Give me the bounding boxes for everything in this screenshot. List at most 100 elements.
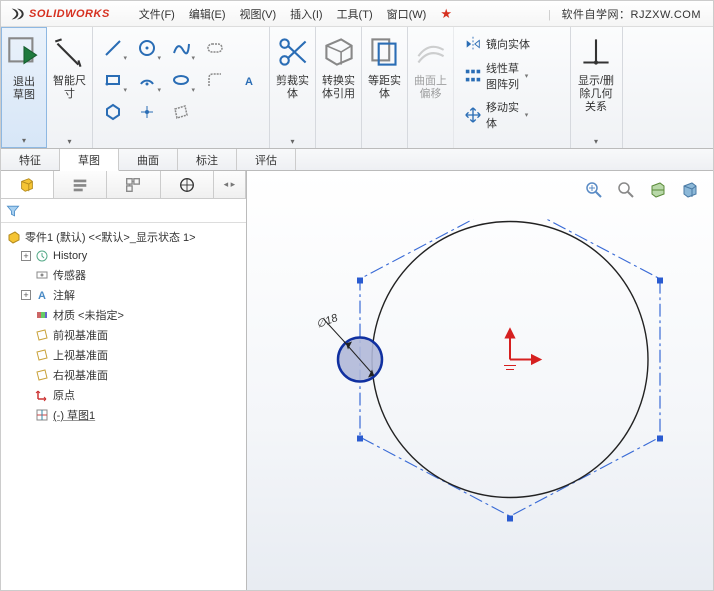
menu-tools[interactable]: 工具(T) (330, 2, 380, 26)
plane-icon (35, 348, 49, 362)
tree-annotations[interactable]: +A注解 (3, 285, 244, 305)
tree-origin[interactable]: 原点 (3, 385, 244, 405)
tree-material[interactable]: 材质 <未指定> (3, 305, 244, 325)
scissors-icon (272, 31, 314, 73)
expand-icon[interactable]: + (21, 290, 31, 300)
svg-text:A: A (38, 290, 46, 302)
tree-front-plane[interactable]: 前视基准面 (3, 325, 244, 345)
brand-logo-icon (9, 6, 25, 22)
feature-tree-icon (18, 176, 36, 194)
tab-annotate[interactable]: 标注 (178, 149, 237, 170)
fillet-tool[interactable] (199, 65, 231, 95)
plane-tool[interactable] (165, 97, 197, 127)
plane-icon (35, 328, 49, 342)
offset-entities-button[interactable]: 等距实体 (362, 27, 408, 148)
ellipse-tool[interactable]: ▾ (165, 65, 197, 95)
line-tool[interactable]: ▾ (97, 33, 129, 63)
trim-button[interactable]: 剪裁实体 ▾ (270, 27, 316, 148)
point-tool[interactable] (131, 97, 163, 127)
perpendicular-icon (575, 31, 617, 73)
rectangle-tool[interactable]: ▾ (97, 65, 129, 95)
move-icon (464, 106, 482, 124)
tree-sketch1[interactable]: (-) 草图1 (3, 405, 244, 425)
display-style-button[interactable] (675, 177, 705, 203)
annotation-icon: A (35, 288, 49, 302)
property-icon (71, 176, 89, 194)
tree-sensors[interactable]: 传感器 (3, 265, 244, 285)
exit-sketch-icon (3, 32, 45, 74)
property-manager-tab[interactable] (54, 171, 107, 198)
menu-bar: 文件(F) 编辑(E) 视图(V) 插入(I) 工具(T) 窗口(W) ★ (132, 2, 459, 26)
sensor-icon (35, 268, 49, 282)
smart-dimension-button[interactable]: 智能尺寸 ▾ (47, 27, 93, 148)
configuration-manager-tab[interactable] (107, 171, 160, 198)
text-tool[interactable]: A (233, 65, 265, 95)
dropdown-icon[interactable]: ▾ (67, 137, 71, 146)
dropdown-icon[interactable]: ▾ (290, 137, 294, 146)
filter-icon[interactable] (5, 203, 21, 219)
circle-tool[interactable]: ▾ (131, 33, 163, 63)
material-icon (35, 308, 49, 322)
show-relations-button[interactable]: 显示/删除几何关系 ▾ (571, 27, 623, 148)
part-icon (7, 230, 21, 244)
mirror-entities-button[interactable]: 镜向实体 (460, 33, 564, 55)
feature-manager-panel: ◂ ▸ 零件1 (默认) <<默认>_显示状态 1> +History 传感器 … (1, 171, 247, 590)
sketch-scene (280, 219, 680, 539)
graphics-canvas[interactable]: ∅18 (247, 171, 713, 590)
menu-edit[interactable]: 编辑(E) (182, 2, 233, 26)
sketch-icon (35, 408, 49, 422)
command-tabs: 特征 草图 曲面 标注 评估 (1, 149, 713, 171)
section-icon (648, 180, 668, 200)
dropdown-icon[interactable]: ▾ (22, 136, 26, 145)
tree-top-plane[interactable]: 上视基准面 (3, 345, 244, 365)
menu-view[interactable]: 视图(V) (233, 2, 284, 26)
polygon-tool[interactable] (97, 97, 129, 127)
offset-entities-icon (364, 31, 406, 73)
arc-tool[interactable]: ▾ (131, 65, 163, 95)
tree-right-plane[interactable]: 右视基准面 (3, 365, 244, 385)
config-icon (124, 176, 142, 194)
spline-tool[interactable]: ▾ (165, 33, 197, 63)
origin-icon (35, 388, 49, 402)
tab-surface[interactable]: 曲面 (119, 149, 178, 170)
expand-icon[interactable]: + (21, 251, 31, 261)
dimxpert-icon (178, 176, 196, 194)
tab-evaluate[interactable]: 评估 (237, 149, 296, 170)
svg-text:A: A (245, 76, 253, 88)
history-icon (35, 249, 49, 263)
dimxpert-manager-tab[interactable] (161, 171, 214, 198)
zoom-area-button[interactable] (611, 177, 641, 203)
mirror-icon (464, 35, 482, 53)
zoom-fit-button[interactable] (579, 177, 609, 203)
menu-file[interactable]: 文件(F) (132, 2, 182, 26)
sidebar-tab-nav[interactable]: ◂ ▸ (214, 171, 246, 198)
convert-entities-icon (318, 31, 360, 73)
dropdown-icon[interactable]: ▾ (594, 137, 598, 146)
watermark-text: |软件自学网：RJZXW.COM (558, 6, 713, 22)
zoom-fit-icon (584, 180, 604, 200)
feature-tree: 零件1 (默认) <<默认>_显示状态 1> +History 传感器 +A注解… (1, 223, 246, 590)
tree-history[interactable]: +History (3, 247, 244, 265)
menu-insert[interactable]: 插入(I) (283, 2, 329, 26)
zoom-area-icon (616, 180, 636, 200)
linear-pattern-button[interactable]: 线性草图阵列▾ (460, 58, 564, 94)
move-entities-button[interactable]: 移动实体▾ (460, 97, 564, 133)
brand-text: SOLIDWORKS (29, 8, 110, 20)
surface-offset-button: 曲面上偏移 (408, 27, 454, 148)
menu-more[interactable]: ★ (433, 2, 459, 26)
tab-sketch[interactable]: 草图 (60, 149, 119, 171)
surface-offset-icon (410, 31, 452, 73)
feature-manager-tab[interactable] (1, 171, 54, 198)
sketch-tools-grid: ▾ ▾ ▾ ▾ ▾ ▾ A (97, 31, 265, 127)
smart-dimension-icon (49, 31, 91, 73)
exit-sketch-button[interactable]: 退出草图 ▾ (1, 27, 47, 148)
convert-entities-button[interactable]: 转换实体引用 (316, 27, 362, 148)
menu-window[interactable]: 窗口(W) (380, 2, 434, 26)
linear-pattern-icon (464, 67, 482, 85)
tab-features[interactable]: 特征 (1, 149, 60, 170)
tree-root[interactable]: 零件1 (默认) <<默认>_显示状态 1> (3, 227, 244, 247)
display-style-icon (680, 180, 700, 200)
slot-tool[interactable] (199, 33, 231, 63)
section-view-button[interactable] (643, 177, 673, 203)
plane-icon (35, 368, 49, 382)
